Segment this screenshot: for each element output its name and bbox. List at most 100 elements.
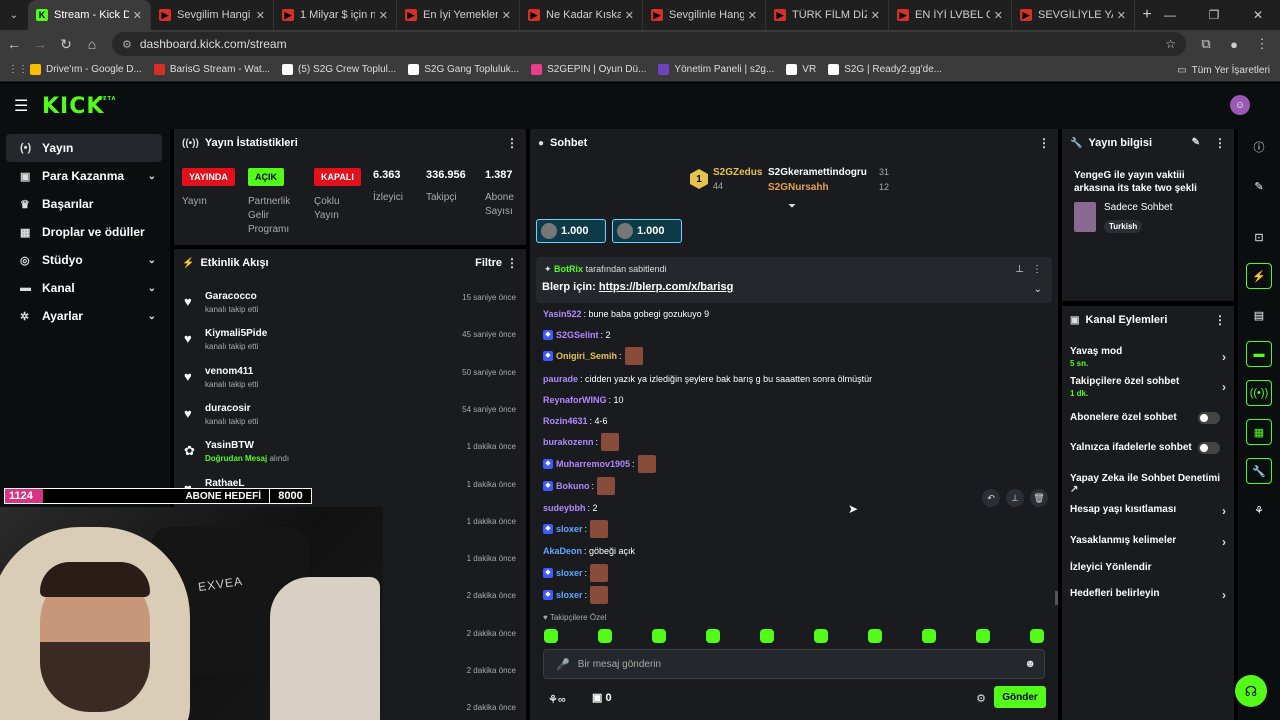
chat-message[interactable]: sudeybbh: 2 xyxy=(543,500,598,516)
pin-icon[interactable]: ⊥ xyxy=(1015,264,1024,275)
chat-scrollbar[interactable] xyxy=(1055,591,1058,605)
tab-close-icon[interactable]: ✕ xyxy=(1117,9,1126,22)
bookmark-star-icon[interactable]: ☆ xyxy=(1165,37,1176,51)
emote-icon[interactable] xyxy=(922,629,936,643)
emote-icon[interactable] xyxy=(706,629,720,643)
chat-username[interactable]: S2GSelint xyxy=(556,330,599,340)
edit-icon[interactable]: ✎ xyxy=(1192,137,1200,148)
pin-message-icon[interactable]: ⊥ xyxy=(1006,489,1024,507)
chat-username[interactable]: sudeybbh xyxy=(543,503,586,513)
sidebar-item-5[interactable]: ▬ Kanal ⌄ xyxy=(6,274,162,302)
collapse-icon[interactable]: ⏷ xyxy=(788,201,796,212)
chat-message[interactable]: Yasin522: bune baba gobegi gozukuyo 9 xyxy=(543,306,709,322)
info-menu-icon[interactable]: ⋮ xyxy=(1214,136,1226,150)
home-icon[interactable]: ⌂ xyxy=(80,32,104,56)
chat-settings-icon[interactable]: ⚙ xyxy=(976,692,986,705)
back-icon[interactable]: ← xyxy=(2,32,26,56)
extensions-icon[interactable]: ⧉ xyxy=(1194,32,1218,56)
chat-message[interactable]: AkaDeon: göbeği açık xyxy=(543,543,635,559)
channel-action-item[interactable]: İzleyici Yönlendir xyxy=(1070,562,1226,573)
emote-icon[interactable] xyxy=(814,629,828,643)
leader-third-name[interactable]: S2GNursahh xyxy=(768,182,829,193)
chat-message[interactable]: Rozin4631: 4-6 xyxy=(543,413,608,429)
info-icon[interactable]: ⓘ xyxy=(1246,134,1272,160)
browser-tab[interactable]: ▶ Ne Kadar Kıskançsın? ✕ xyxy=(520,0,643,30)
actions-menu-icon[interactable]: ⋮ xyxy=(1214,313,1226,327)
bookmark-item[interactable]: S2G | Ready2.gg'de... xyxy=(828,64,942,75)
support-button[interactable]: ☊ xyxy=(1235,675,1267,707)
browser-tab[interactable]: ▶ EN İYİ LVBEL C5 ŞARK ✕ xyxy=(889,0,1012,30)
toggle-switch[interactable] xyxy=(1198,442,1220,454)
broadcast-icon[interactable]: ((•)) xyxy=(1246,380,1272,406)
moderation-icon[interactable]: ▦ xyxy=(1246,419,1272,445)
chevron-down-icon[interactable]: ⌄ xyxy=(1034,284,1042,295)
leader-second-name[interactable]: S2Gkeramettindogru xyxy=(768,167,867,178)
chat-icon[interactable]: ▬ xyxy=(1246,341,1272,367)
chat-username[interactable]: ReynaforWING xyxy=(543,395,607,405)
emote-icon[interactable] xyxy=(598,629,612,643)
channel-action-item[interactable]: Yapay Zeka ile Sohbet Denetimi ↗ xyxy=(1070,473,1226,495)
chat-username[interactable]: sloxer xyxy=(556,590,583,600)
send-button[interactable]: Gönder xyxy=(994,686,1046,708)
chat-message[interactable]: ◆ sloxer: xyxy=(543,586,609,604)
emote-icon[interactable] xyxy=(1030,629,1044,643)
chat-input[interactable]: 🎤 Bir mesaj gönderin ☻ xyxy=(543,649,1045,679)
microphone-icon[interactable]: 🎤 xyxy=(556,658,570,671)
channel-action-item[interactable]: Yavaş mod 5 sn. › xyxy=(1070,346,1226,368)
chat-menu-icon[interactable]: ⋮ xyxy=(1038,136,1050,150)
chat-message[interactable]: burakozenn: xyxy=(543,433,620,451)
toggle-switch[interactable] xyxy=(1198,412,1220,424)
url-field[interactable]: ⚙ dashboard.kick.com/stream ☆ xyxy=(112,32,1186,56)
tab-search-icon[interactable]: ⌄ xyxy=(0,0,28,30)
emote-icon[interactable] xyxy=(976,629,990,643)
tab-close-icon[interactable]: ✕ xyxy=(379,9,388,22)
bookmark-item[interactable]: (5) S2G Crew Toplul... xyxy=(282,64,396,75)
pinned-link[interactable]: https://blerp.com/x/barisg xyxy=(599,281,733,293)
all-bookmarks[interactable]: ▭ Tüm Yer İşaretleri xyxy=(1177,58,1270,82)
channel-action-item[interactable]: Yalnızca ifadelerle sohbet xyxy=(1070,442,1226,454)
channel-action-item[interactable]: Yasaklanmış kelimeler › xyxy=(1070,535,1226,549)
chat-message[interactable]: ◆ Muharremov1905: xyxy=(543,455,656,473)
chat-message[interactable]: paurade: cidden yazık ya izlediğin şeyle… xyxy=(543,371,872,387)
leader-first-name[interactable]: S2GZedus xyxy=(713,167,762,178)
browser-tab[interactable]: ▶ Sevgilim Hangi Kıyafe ✕ xyxy=(151,0,274,30)
browser-menu-icon[interactable]: ⋮ xyxy=(1250,32,1274,56)
stats-menu-icon[interactable]: ⋮ xyxy=(506,136,518,150)
pinned-menu-icon[interactable]: ⋮ xyxy=(1032,264,1042,275)
crop-icon[interactable]: ⊡ xyxy=(1246,224,1272,250)
chat-message[interactable]: ◆ Onigiri_Semih: xyxy=(543,347,643,365)
reload-icon[interactable]: ↻ xyxy=(54,32,78,56)
site-info-icon[interactable]: ⚙ xyxy=(122,38,132,51)
lightning-icon[interactable]: ⚡ xyxy=(1246,263,1272,289)
chat-username[interactable]: sloxer xyxy=(556,568,583,578)
bookmark-item[interactable]: Yönetim Paneli | s2g... xyxy=(658,64,774,75)
bookmark-item[interactable]: BarisG Stream - Wat... xyxy=(153,64,270,75)
chat-username[interactable]: Muharremov1905 xyxy=(556,459,630,469)
activity-item[interactable]: ♥ Garacocco kanalı takip etti 15 saniye önc… xyxy=(174,286,526,323)
tab-close-icon[interactable]: ✕ xyxy=(502,9,511,22)
emote-icon[interactable] xyxy=(544,629,558,643)
minimize-icon[interactable]: — xyxy=(1148,0,1192,30)
channel-action-item[interactable]: Hesap yaşı kısıtlaması › xyxy=(1070,504,1226,518)
activity-item[interactable]: ✿ YasinBTW Doğrudan Mesaj alındı 1 dakika ö… xyxy=(174,435,526,472)
sidebar-item-1[interactable]: ▣ Para Kazanma ⌄ xyxy=(6,162,162,190)
infinity-icon[interactable]: ⚘∞ xyxy=(548,693,566,706)
sidebar-item-0[interactable]: (•) Yayın xyxy=(6,134,162,162)
activity-item[interactable]: ♥ Kiymali5Pide kanalı takip etti 45 saniye … xyxy=(174,323,526,360)
chat-username[interactable]: Onigiri_Semih xyxy=(556,351,617,361)
wrench-icon[interactable]: 🔧 xyxy=(1246,458,1272,484)
chat-username[interactable]: AkaDeon xyxy=(543,546,582,556)
tab-close-icon[interactable]: ✕ xyxy=(256,9,265,22)
bookmark-item[interactable]: S2GEPIN | Oyun Dü... xyxy=(531,64,646,75)
browser-tab[interactable]: ▶ Sevgilinle Hangisini Y ✕ xyxy=(643,0,766,30)
category-thumbnail[interactable] xyxy=(1074,202,1096,232)
browser-tab[interactable]: ▶ SEVGİLİYLE YAPILABİ ✕ xyxy=(1012,0,1135,30)
tab-close-icon[interactable]: ✕ xyxy=(625,9,634,22)
browser-tab[interactable]: ▶ 1 Milyar $ için ne yap ✕ xyxy=(274,0,397,30)
browser-tab[interactable]: ▶ TÜRK FİLM DİZİ TARİ ✕ xyxy=(766,0,889,30)
apps-icon[interactable]: ⋮⋮ xyxy=(8,64,28,75)
filter-button[interactable]: Filtre xyxy=(475,257,502,269)
activity-item[interactable]: ♥ venom411 kanalı takip etti 50 saniye önce xyxy=(174,361,526,398)
channel-action-item[interactable]: Abonelere özel sohbet xyxy=(1070,412,1226,424)
bookmark-item[interactable]: VR xyxy=(786,64,816,75)
